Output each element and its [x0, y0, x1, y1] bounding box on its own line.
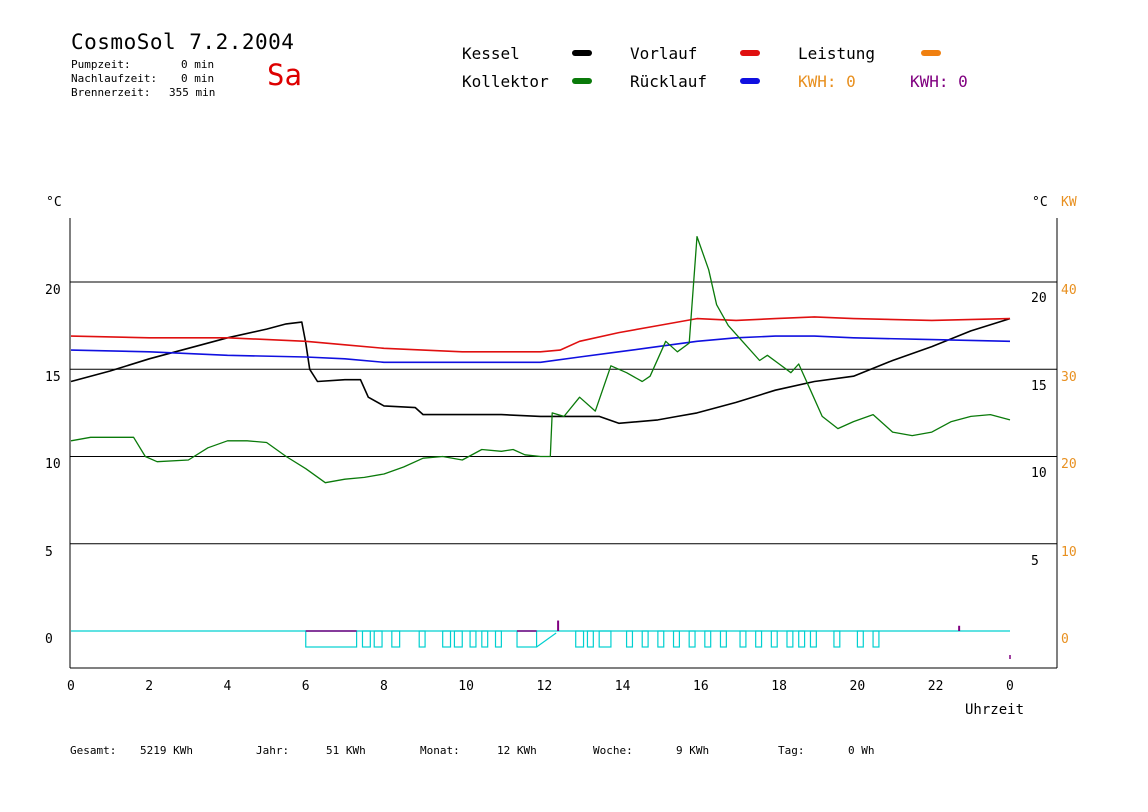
right-axis-kw-unit: KW [1061, 195, 1077, 210]
right-kw-tick-labels: 0 10 20 30 40 [1061, 283, 1077, 647]
pump-block [657, 630, 665, 648]
footer-gesamt-value: 5219 KWh [140, 744, 193, 757]
pump-block [641, 630, 649, 648]
axes [69, 218, 1058, 669]
pump-block [739, 630, 747, 648]
pump-block [755, 630, 763, 648]
grid-lines [70, 281, 1057, 545]
right-kw-tick-20: 20 [1061, 457, 1077, 472]
x-axis-label: Uhrzeit [965, 702, 1024, 718]
pump-block [586, 630, 594, 648]
pump-block [809, 630, 817, 648]
series-ruecklauf [70, 335, 1011, 364]
series-kollektor [70, 235, 1011, 484]
footer-jahr-label: Jahr: [256, 744, 290, 757]
left-tick-10: 10 [45, 457, 61, 472]
series-lines [70, 235, 1011, 484]
pump-block [704, 630, 712, 648]
footer-monat-value: 12 KWh [497, 744, 537, 757]
footer-gesamt-label: Gesamt: [70, 744, 117, 757]
footer-monat-label: Monat: [420, 744, 460, 757]
series-vorlauf [70, 316, 1011, 353]
right-temp-tick-5: 5 [1031, 554, 1039, 569]
x-tick-4: 8 [380, 679, 388, 694]
pump-block [481, 630, 489, 648]
footer-tag-label: Tag: [778, 744, 805, 757]
left-tick-15: 15 [45, 370, 61, 385]
x-tick-6: 12 [537, 679, 553, 694]
x-tick-7: 14 [615, 679, 631, 694]
pump-ramp [536, 632, 557, 648]
left-tick-labels: 0 5 10 15 20 [45, 283, 61, 647]
pump-block [719, 630, 727, 648]
right-kw-tick-0: 0 [1061, 632, 1069, 647]
right-kw-tick-10: 10 [1061, 545, 1077, 560]
left-axis-unit: °C [46, 195, 62, 210]
pump-block [833, 630, 841, 648]
right-temp-tick-20: 20 [1031, 291, 1047, 306]
right-axis-unit: °C [1032, 195, 1048, 210]
x-tick-10: 20 [850, 679, 866, 694]
pump-activity [71, 620, 1011, 659]
pump-block [516, 630, 538, 648]
x-tick-9: 18 [771, 679, 787, 694]
footer-jahr-value: 51 KWh [326, 744, 366, 757]
pump-block [672, 630, 680, 648]
right-kw-tick-30: 30 [1061, 370, 1077, 385]
right-temp-tick-labels: 5 10 15 20 [1031, 291, 1047, 569]
left-tick-20: 20 [45, 283, 61, 298]
pump-block [453, 630, 463, 648]
right-kw-tick-40: 40 [1061, 283, 1077, 298]
pump-block [688, 630, 696, 648]
pump-block [575, 630, 585, 648]
pump-block [361, 630, 371, 648]
series-kessel [70, 317, 1011, 425]
footer-woche-label: Woche: [593, 744, 633, 757]
pump-block [770, 630, 778, 648]
left-tick-0: 0 [45, 632, 53, 647]
pump-block [418, 630, 426, 648]
right-temp-tick-15: 15 [1031, 379, 1047, 394]
pump-block [786, 630, 794, 648]
x-tick-2: 4 [224, 679, 232, 694]
x-tick-8: 16 [693, 679, 709, 694]
pump-block [856, 630, 864, 648]
footer-tag-value: 0 Wh [848, 744, 875, 757]
temperature-chart: °C °C KW 0 5 10 15 20 5 10 15 20 0 10 20… [45, 195, 1077, 718]
pump-block [598, 630, 612, 648]
x-tick-11: 22 [928, 679, 944, 694]
pump-block [305, 630, 358, 648]
x-tick-5: 10 [458, 679, 474, 694]
right-temp-tick-10: 10 [1031, 466, 1047, 481]
pump-block [373, 630, 383, 648]
pump-block [391, 630, 401, 648]
pump-block [872, 630, 880, 648]
x-tick-labels: 0 2 4 6 8 10 12 14 16 18 20 22 0 [67, 679, 1014, 694]
x-tick-12: 0 [1006, 679, 1014, 694]
pump-block [625, 630, 634, 648]
footer-woche-value: 9 KWh [676, 744, 710, 757]
left-tick-5: 5 [45, 545, 53, 560]
pump-block [798, 630, 806, 648]
x-tick-1: 2 [145, 679, 153, 694]
pump-block [442, 630, 452, 648]
pump-block [469, 630, 477, 648]
x-tick-3: 6 [302, 679, 310, 694]
pump-block [494, 630, 502, 648]
x-tick-0: 0 [67, 679, 75, 694]
